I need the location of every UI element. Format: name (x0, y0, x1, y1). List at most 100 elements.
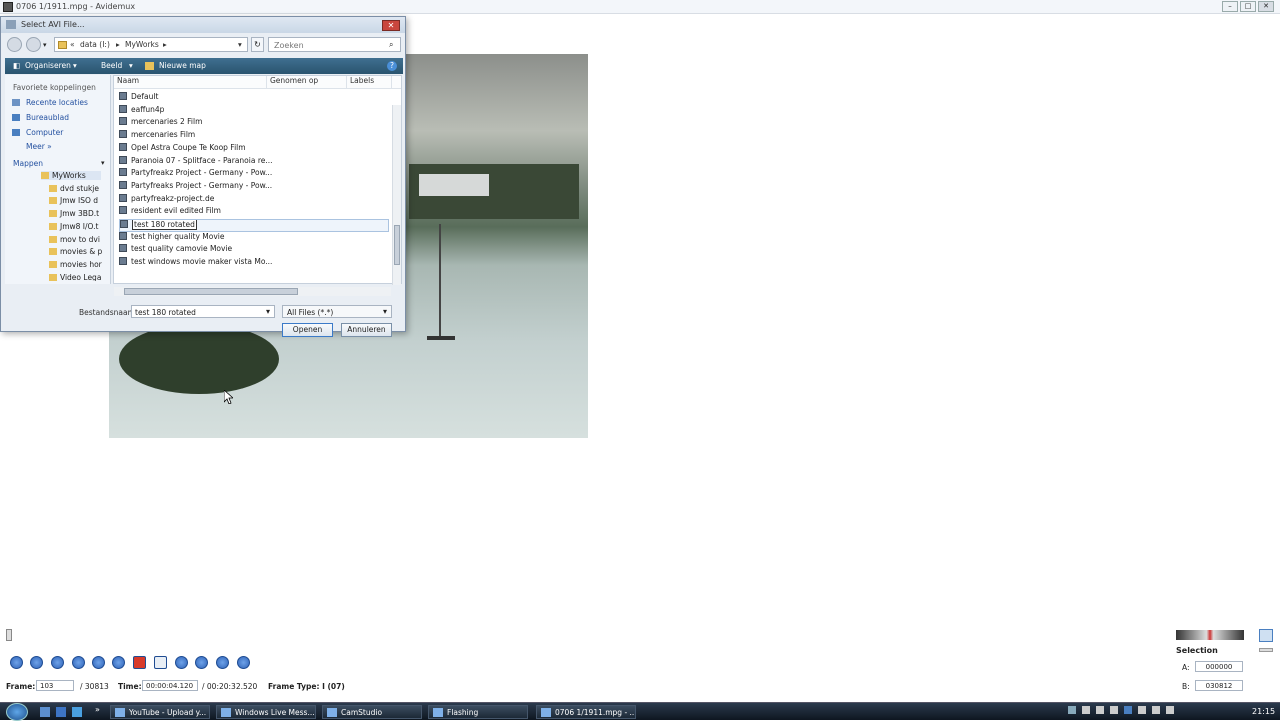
folder-tree-item[interactable]: MyWorks (41, 171, 101, 180)
tray-icon[interactable] (1068, 706, 1076, 714)
folder-tree-item[interactable]: Video Lega (49, 273, 109, 281)
tray-icon[interactable] (1110, 706, 1118, 714)
tray-icon[interactable] (1166, 706, 1174, 714)
file-list-item[interactable]: test windows movie maker vista Mo... (119, 257, 389, 270)
prev-frame-icon[interactable] (51, 656, 64, 669)
app-title-bar: 0706 1/1911.mpg - Avidemux – □ ✕ (0, 0, 1280, 14)
column-name[interactable]: Naam (114, 76, 267, 88)
close-button[interactable]: ✕ (1258, 1, 1274, 12)
goto-a-icon[interactable] (175, 656, 188, 669)
back-button[interactable] (7, 37, 22, 52)
taskbar-button[interactable]: Flashing (428, 705, 528, 719)
folder-tree-label: movies & p (60, 247, 103, 257)
start-button[interactable] (6, 703, 28, 721)
favorite-computer[interactable]: Computer (26, 128, 63, 137)
address-folder[interactable]: MyWorks (125, 40, 159, 49)
open-button[interactable]: Openen (282, 323, 333, 337)
mark-b-icon[interactable] (154, 656, 167, 669)
mark-a-icon[interactable] (133, 656, 146, 669)
chevron-down-icon[interactable]: ▾ (266, 307, 270, 316)
tray-icon[interactable] (1082, 706, 1090, 714)
tray-icon[interactable] (1124, 706, 1132, 714)
show-desktop-icon[interactable] (40, 707, 50, 717)
maximize-button[interactable]: □ (1240, 1, 1256, 12)
frame-input[interactable]: 103 (36, 680, 74, 691)
first-frame-icon[interactable] (216, 656, 229, 669)
taskbar-button-label: Windows Live Mess... (235, 708, 315, 717)
cancel-button[interactable]: Annuleren (341, 323, 392, 337)
file-list-item[interactable]: test quality camovie Movie (119, 244, 389, 257)
folder-tree-item[interactable]: Jmw ISO d (49, 196, 109, 205)
more-quicklaunch-icon[interactable]: » (95, 705, 100, 714)
tray-icon[interactable] (1152, 706, 1160, 714)
taskbar-button[interactable]: CamStudio (322, 705, 422, 719)
column-date[interactable]: Genomen op (267, 76, 347, 88)
file-list-item[interactable]: Partyfreakz Project - Germany - Pow... (119, 168, 389, 181)
file-list-item[interactable]: test higher quality Movie (119, 231, 389, 245)
folder-tree-item[interactable]: movies hor (49, 260, 109, 269)
scroll-thumb[interactable] (124, 288, 298, 295)
taskbar-button[interactable]: YouTube - Upload y... (110, 705, 210, 719)
folder-tree-item[interactable]: dvd stukje (49, 184, 109, 193)
quicklaunch-icon[interactable] (56, 707, 66, 717)
file-list-item[interactable]: Opel Astra Coupe Te Koop Film (119, 142, 389, 156)
play-icon[interactable] (10, 656, 23, 669)
clock[interactable]: 21:15 (1252, 707, 1275, 716)
tray-icon[interactable] (1138, 706, 1146, 714)
dialog-close-button[interactable]: ✕ (382, 20, 400, 31)
minimize-button[interactable]: – (1222, 1, 1238, 12)
more-link[interactable]: Meer » (26, 142, 52, 151)
favorite-recent[interactable]: Recente locaties (26, 98, 88, 107)
chevron-down-icon[interactable]: ▾ (238, 40, 242, 49)
audio-slider[interactable] (1259, 648, 1273, 652)
selection-b-value[interactable]: 030812 (1195, 680, 1243, 691)
folders-heading[interactable]: Mappen (13, 159, 43, 168)
column-labels[interactable]: Labels (347, 76, 392, 88)
recent-pages-icon[interactable]: ▾ (43, 41, 52, 49)
file-list-item[interactable]: mercenaries Film (119, 130, 389, 143)
file-list-item[interactable]: Partyfreaks Project - Germany - Pow... (119, 180, 389, 194)
help-button[interactable]: ? (387, 61, 397, 71)
prev-keyframe-icon[interactable] (92, 656, 105, 669)
organize-menu[interactable]: Organiseren (25, 61, 71, 70)
horizontal-scrollbar[interactable] (114, 287, 391, 296)
taskbar-button[interactable]: 0706 1/1911.mpg - ... (536, 705, 636, 719)
address-drive[interactable]: data (I:) (80, 40, 110, 49)
file-type-select[interactable]: All Files (*.*) ▾ (282, 305, 392, 318)
next-frame-icon[interactable] (72, 656, 85, 669)
time-input[interactable]: 00:00:04.120 (142, 680, 198, 691)
favorite-desktop[interactable]: Bureaublad (26, 113, 69, 122)
stop-icon[interactable] (30, 656, 43, 669)
forward-button[interactable] (26, 37, 41, 52)
file-list-item[interactable]: Default (119, 92, 389, 105)
vertical-scrollbar[interactable] (392, 105, 401, 285)
view-menu[interactable]: Beeld (101, 61, 122, 70)
scroll-thumb[interactable] (394, 225, 400, 265)
folder-tree-item[interactable]: Jmw 3BD.t (49, 209, 109, 218)
chevron-down-icon[interactable]: ▾ (101, 159, 105, 167)
selection-a-value[interactable]: 000000 (1195, 661, 1243, 672)
last-frame-icon[interactable] (237, 656, 250, 669)
folder-tree-item[interactable]: movies & p (49, 247, 109, 256)
app-title: 0706 1/1911.mpg - Avidemux (16, 2, 136, 11)
file-list-item[interactable]: Paranoia 07 - Splitface - Paranoia re... (119, 155, 389, 169)
file-list-item[interactable]: partyfreakz-project.de (119, 193, 389, 207)
goto-b-icon[interactable] (195, 656, 208, 669)
refresh-button[interactable]: ↻ (251, 37, 264, 52)
file-list-item[interactable]: mercenaries 2 Film (119, 117, 389, 130)
file-list-item[interactable]: test 180 rotated (119, 219, 389, 232)
timeline-slider-handle[interactable] (6, 629, 12, 641)
folder-tree-item[interactable]: Jmw8 I/O.t (49, 222, 109, 231)
next-keyframe-icon[interactable] (112, 656, 125, 669)
browser-icon[interactable] (72, 707, 82, 717)
file-list-item[interactable]: eaffun4p (119, 104, 389, 118)
filename-field[interactable]: test 180 rotated ▾ (131, 305, 275, 318)
search-input[interactable]: Zoeken ⌕ (268, 37, 401, 52)
file-list-item[interactable]: resident evil edited Film (119, 206, 389, 219)
new-folder-button[interactable]: Nieuwe map (159, 61, 206, 70)
folder-tree-item[interactable]: mov to dvi (49, 235, 109, 244)
audio-icon[interactable] (1259, 629, 1273, 642)
taskbar-button[interactable]: Windows Live Mess... (216, 705, 316, 719)
address-bar[interactable]: « data (I:) ▸ MyWorks ▸ ▾ (54, 37, 248, 52)
tray-icon[interactable] (1096, 706, 1104, 714)
